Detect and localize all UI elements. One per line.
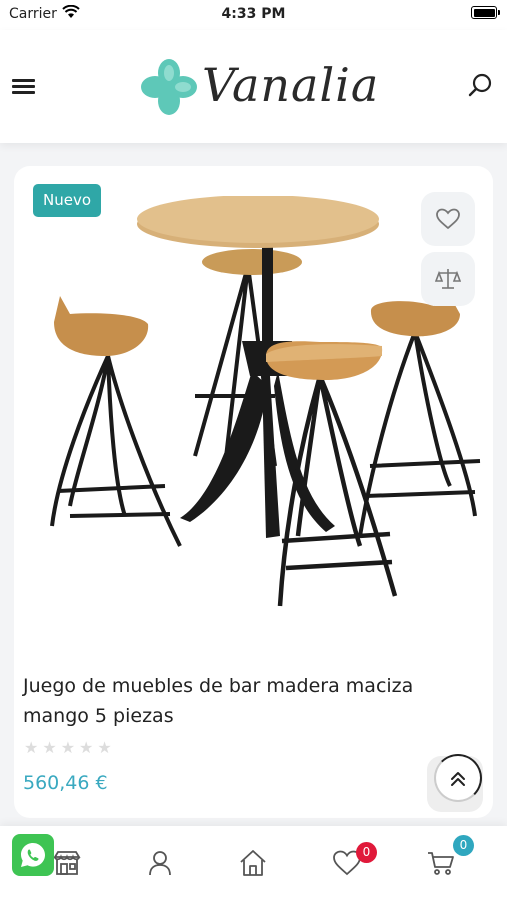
star-icon: ★ xyxy=(97,740,112,757)
whatsapp-icon xyxy=(21,843,45,867)
status-bar: Carrier 4:33 PM xyxy=(0,0,507,30)
double-chevron-up-icon xyxy=(451,772,465,786)
cart-count-badge: 0 xyxy=(453,835,474,856)
menu-icon[interactable] xyxy=(12,77,36,95)
store-icon[interactable] xyxy=(52,848,82,878)
app-header: Vanalia xyxy=(0,30,507,143)
whatsapp-button[interactable] xyxy=(12,834,54,876)
star-icon: ★ xyxy=(42,740,57,757)
compare-button[interactable] xyxy=(421,252,475,306)
user-icon[interactable] xyxy=(145,848,175,878)
heart-icon xyxy=(436,208,460,230)
product-title[interactable]: Juego de muebles de bar madera maciza ma… xyxy=(23,671,463,731)
star-icon: ★ xyxy=(24,740,39,757)
add-to-wishlist-button[interactable] xyxy=(421,192,475,246)
cart-icon[interactable] xyxy=(426,848,456,878)
battery-icon xyxy=(471,6,500,19)
compare-scale-icon xyxy=(435,269,461,289)
brand-logo[interactable]: Vanalia xyxy=(138,50,378,126)
wishlist-count-badge: 0 xyxy=(356,842,377,863)
rating-stars: ★ ★ ★ ★ ★ xyxy=(24,738,112,758)
scroll-to-top-button[interactable] xyxy=(427,754,483,812)
search-icon[interactable] xyxy=(467,72,493,98)
bottom-nav: 0 0 xyxy=(0,826,507,900)
product-price: 560,46 € xyxy=(23,772,108,794)
clock: 4:33 PM xyxy=(221,6,286,22)
product-card[interactable]: Nuevo Juego de muebles de bar madera mac… xyxy=(14,166,493,818)
star-icon: ★ xyxy=(79,740,94,757)
star-icon: ★ xyxy=(60,740,76,757)
brand-name: Vanalia xyxy=(202,58,380,112)
clover-icon xyxy=(141,59,197,115)
home-icon[interactable] xyxy=(238,848,268,878)
